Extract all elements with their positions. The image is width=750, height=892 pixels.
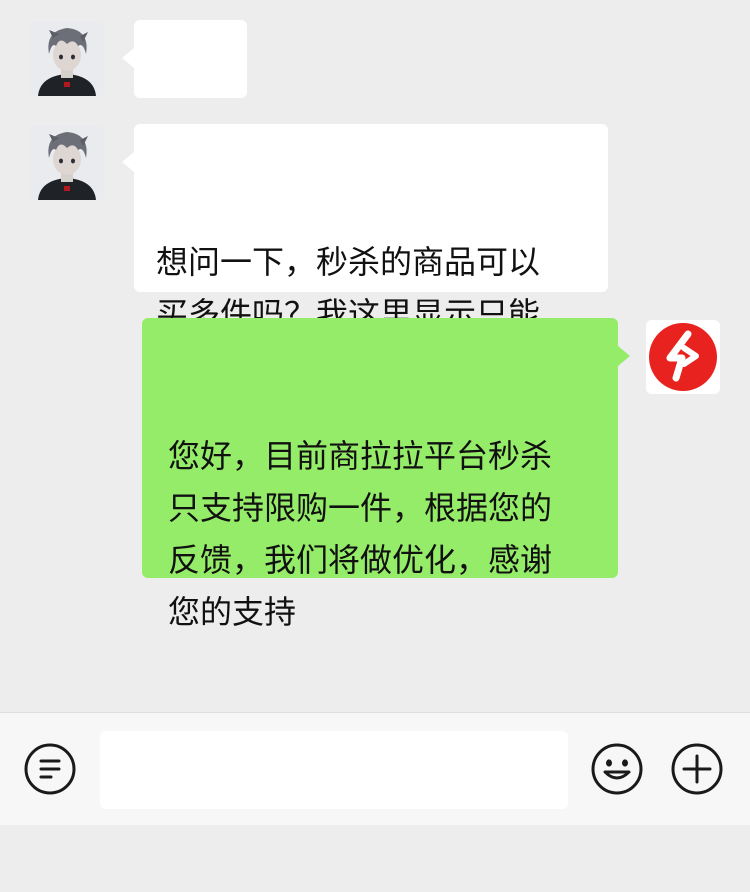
message-input-bar (0, 712, 750, 825)
plus-circle-icon (671, 743, 723, 795)
incoming-message-bubble[interactable]: 想问一下，秒杀的商品可以 买多件吗？我这里显示只能 买一件。 (122, 124, 608, 385)
voice-toggle-button[interactable] (23, 742, 77, 796)
message-text: 您好，目前商拉拉平台秒杀 只支持限购一件，根据您的 反馈，我们将做优化，感谢 您… (168, 437, 553, 631)
chat-message-list: 你好 想问一下，秒杀的商品可以 买多件吗？我这里显示只能 买一件。 您好，目前商… (0, 0, 750, 788)
emoji-button[interactable] (590, 742, 644, 796)
outgoing-message-bubble[interactable]: 您好，目前商拉拉平台秒杀 只支持限购一件，根据您的 反馈，我们将做优化，感谢 您… (142, 318, 630, 788)
incoming-message-bubble[interactable]: 你好 (122, 20, 247, 182)
merchant-avatar[interactable] (646, 320, 720, 394)
more-actions-button[interactable] (670, 742, 724, 796)
merchant-logo-icon (646, 320, 720, 394)
message-input[interactable] (100, 731, 568, 809)
emoji-smile-icon (591, 743, 643, 795)
user-avatar[interactable] (30, 22, 104, 96)
user-avatar[interactable] (30, 126, 104, 200)
voice-toggle-icon (24, 743, 76, 795)
